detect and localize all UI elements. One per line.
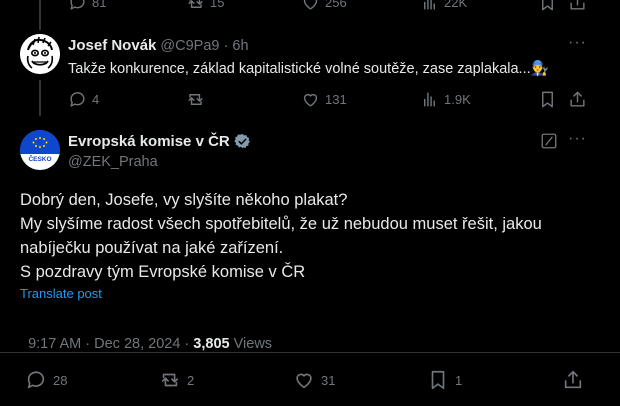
- main-author-name[interactable]: Evropská komise v ČR: [68, 133, 230, 150]
- action-bar-divider: [0, 352, 620, 353]
- cartoon-face-icon: [20, 34, 60, 74]
- prev-retweet-count: 15: [210, 0, 225, 10]
- reply-reply-button[interactable]: 4: [68, 90, 99, 109]
- avatar-label: ČESKO: [28, 156, 52, 163]
- bookmark-icon: [542, 0, 553, 11]
- prev-share-button[interactable]: [568, 0, 587, 12]
- main-handle[interactable]: @ZEK_Praha: [68, 154, 158, 170]
- reply-handle[interactable]: @C9Pa9: [160, 38, 219, 54]
- mechanic-emoji: 👨‍🔧: [530, 61, 549, 77]
- reply-text-block: Takže konkurence, základ kapitalistické …: [68, 60, 549, 77]
- prev-reply-button[interactable]: 81: [68, 0, 106, 12]
- main-text-line: S pozdravy tým Evropské komise v ČR: [20, 263, 306, 281]
- heart-icon: [296, 373, 312, 389]
- share-icon: [570, 91, 585, 107]
- views-icon: [424, 92, 435, 107]
- bookmark-icon: [542, 91, 553, 108]
- reply-like-count: 131: [325, 92, 347, 107]
- retweet-icon: [188, 0, 203, 8]
- main-more-icon[interactable]: ···: [568, 130, 587, 148]
- main-like-button[interactable]: 31: [293, 369, 335, 391]
- grok-icon: [541, 133, 557, 149]
- reply-header: Josef Novák @C9Pa9 · 6h: [68, 37, 249, 54]
- prev-like-count: 256: [325, 0, 347, 10]
- reply-time[interactable]: 6h: [232, 38, 248, 54]
- bookmark-icon: [431, 370, 445, 390]
- retweet-icon: [188, 94, 203, 105]
- josef-avatar[interactable]: [20, 34, 60, 74]
- reply-icon: [70, 92, 85, 107]
- prev-bookmark-button[interactable]: [538, 0, 557, 12]
- main-like-count: 31: [321, 372, 336, 388]
- main-reply-button[interactable]: 28: [25, 369, 67, 391]
- retweet-icon: [161, 373, 179, 387]
- reply-view-count: 1.9K: [444, 92, 471, 107]
- reply-views-button[interactable]: 1.9K: [420, 90, 471, 109]
- thread-line-top: [39, 0, 41, 30]
- reply-more-icon[interactable]: ···: [568, 34, 587, 52]
- main-bookmark-count: 1: [455, 372, 463, 388]
- main-text-line: nabíječku používat na jaké zařízení.: [20, 239, 284, 257]
- main-tweet-text: Dobrý den, Josefe, vy slyšíte někoho pla…: [20, 188, 542, 284]
- prev-reply-count: 81: [92, 0, 107, 10]
- main-timestamp-row: 9:17 AM · Dec 28, 2024 · 3,805 Views: [20, 320, 272, 352]
- eu-flag-icon: [20, 130, 60, 170]
- verified-badge-icon: [234, 133, 250, 149]
- main-views-count: 3,805: [193, 336, 230, 352]
- heart-icon: [303, 93, 318, 107]
- main-text-line: My slyšíme radost všech spotřebitelů, že…: [20, 215, 542, 233]
- main-retweet-count: 2: [187, 372, 195, 388]
- reply-separator: ·: [223, 38, 229, 54]
- reply-reply-count: 4: [92, 92, 100, 107]
- grok-button[interactable]: [540, 132, 558, 150]
- main-views-label: Views: [229, 336, 273, 352]
- reply-text: Takže konkurence, základ kapitalistické …: [68, 61, 531, 77]
- prev-view-count: 22K: [444, 0, 468, 10]
- prev-retweet-button[interactable]: 15: [186, 0, 224, 12]
- thread-line-connector: [39, 80, 41, 116]
- reply-icon: [70, 0, 85, 10]
- reply-retweet-button[interactable]: [186, 90, 210, 109]
- main-author-row: Evropská komise v ČR: [68, 133, 251, 150]
- reply-like-button[interactable]: 131: [301, 90, 347, 109]
- eu-commission-avatar[interactable]: ČESKO: [20, 130, 60, 170]
- main-bookmark-button[interactable]: 1: [427, 369, 462, 391]
- translate-post-link[interactable]: Translate post: [20, 286, 102, 301]
- prev-like-button[interactable]: 256: [301, 0, 347, 12]
- reply-icon: [27, 371, 45, 389]
- prev-views-button[interactable]: 22K: [420, 0, 467, 12]
- reply-author-name[interactable]: Josef Novák: [68, 37, 156, 54]
- reply-share-button[interactable]: [568, 90, 587, 109]
- main-timestamp[interactable]: 9:17 AM · Dec 28, 2024 ·: [28, 336, 193, 352]
- reply-bookmark-button[interactable]: [538, 90, 557, 109]
- main-share-button[interactable]: [562, 369, 584, 391]
- share-icon: [564, 370, 582, 389]
- share-icon: [570, 0, 585, 10]
- heart-icon: [303, 0, 318, 10]
- main-reply-count: 28: [53, 372, 68, 388]
- views-icon: [424, 0, 435, 10]
- main-retweet-button[interactable]: 2: [159, 369, 194, 391]
- main-text-line: Dobrý den, Josefe, vy slyšíte někoho pla…: [20, 191, 348, 209]
